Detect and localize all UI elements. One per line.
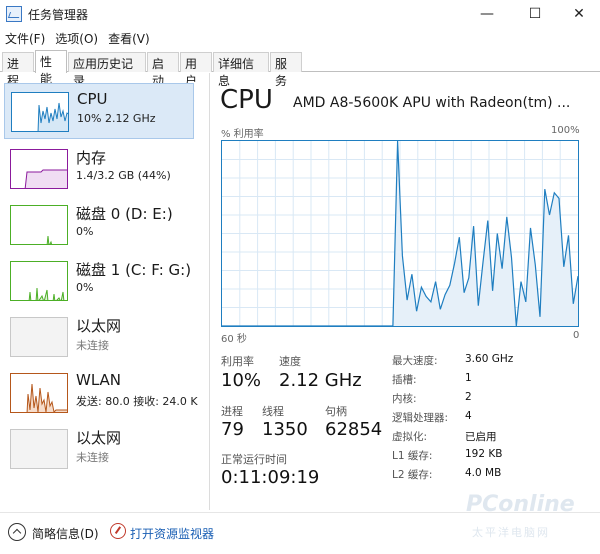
fewer-details-button[interactable]: 简略信息(D)	[32, 525, 99, 542]
spec-value: 已启用	[465, 431, 497, 443]
uptime-label: 正常运行时间	[221, 453, 287, 466]
tab-services[interactable]: 服务	[270, 52, 302, 88]
menu-bar: 文件(F) 选项(O) 查看(V)	[0, 28, 600, 48]
cpu-usage-graph-svg	[222, 141, 578, 326]
menu-file[interactable]: 文件(F)	[0, 28, 50, 48]
menu-view[interactable]: 查看(V)	[103, 28, 155, 48]
resource-monitor-icon[interactable]	[110, 523, 126, 539]
resource-ethernet-1[interactable]: 以太网 未连接	[4, 309, 194, 365]
cpu-usage-graph	[221, 140, 579, 327]
graph-y-label: % 利用率	[221, 129, 264, 140]
watermark-text: PConline	[466, 492, 575, 517]
spec-label: 插槽:	[392, 374, 417, 386]
handles-value: 62854	[325, 419, 383, 440]
graph-y-max: 100%	[551, 125, 580, 136]
spec-value: 4	[465, 410, 472, 422]
resource-detail: 10% 2.12 GHz	[77, 112, 156, 125]
resource-detail: 发送: 80.0 接收: 24.0 K	[76, 395, 198, 408]
tab-users[interactable]: 用户	[180, 52, 212, 88]
resource-disk-0[interactable]: 磁盘 0 (D: E:) 0%	[4, 197, 194, 253]
uptime-value: 0:11:09:19	[221, 467, 320, 488]
spec-label: 逻辑处理器:	[392, 412, 449, 424]
resource-name: 内存	[76, 149, 107, 167]
speed-value: 2.12 GHz	[279, 370, 362, 391]
resource-name: 磁盘 1 (C: F: G:)	[76, 261, 192, 279]
spec-value: 1	[465, 372, 472, 384]
menu-options[interactable]: 选项(O)	[50, 28, 103, 48]
cpu-detail-pane: CPU AMD A8-5600K APU with Radeon(tm) ...…	[211, 73, 600, 510]
spec-value: 192 KB	[465, 448, 503, 460]
speed-label: 速度	[279, 355, 301, 368]
ethernet-2-thumbnail	[10, 429, 68, 469]
resource-name: 以太网	[76, 317, 122, 335]
spec-value: 4.0 MB	[465, 467, 502, 479]
memory-thumbnail	[10, 149, 68, 189]
close-button[interactable]: ✕	[556, 0, 600, 28]
maximize-button[interactable]: ☐	[512, 0, 558, 28]
tab-performance[interactable]: 性能	[35, 50, 67, 86]
cpu-thumbnail	[11, 92, 69, 132]
resource-name: WLAN	[76, 371, 122, 389]
tab-bar: 进程 性能 应用历史记录 启动 用户 详细信息 服务	[0, 50, 600, 88]
wlan-thumbnail	[10, 373, 68, 413]
resource-name: 以太网	[76, 429, 122, 447]
resource-detail: 1.4/3.2 GB (44%)	[76, 169, 171, 182]
tab-details[interactable]: 详细信息	[213, 52, 269, 88]
resource-detail: 未连接	[76, 451, 109, 464]
cpu-model-name: AMD A8-5600K APU with Radeon(tm) ...	[293, 95, 571, 111]
tab-processes[interactable]: 进程	[2, 52, 34, 88]
chevron-up-icon[interactable]	[8, 523, 26, 541]
resource-detail: 0%	[76, 281, 94, 294]
resource-wlan[interactable]: WLAN 发送: 80.0 接收: 24.0 K	[4, 365, 198, 421]
processes-label: 进程	[221, 405, 243, 418]
ethernet-1-thumbnail	[10, 317, 68, 357]
tab-startup[interactable]: 启动	[147, 52, 179, 88]
watermark-logo: PConline 太平洋电脑网	[466, 492, 596, 550]
resource-ethernet-2[interactable]: 以太网 未连接	[4, 421, 194, 477]
open-resource-monitor-link[interactable]: 打开资源监视器	[130, 525, 214, 542]
utilization-value: 10%	[221, 370, 262, 391]
resource-list: CPU 10% 2.12 GHz 内存 1.4/3.2 GB (44%) 磁盘 …	[0, 73, 210, 510]
disk-0-thumbnail	[10, 205, 68, 245]
resource-name: CPU	[77, 90, 108, 108]
resource-memory[interactable]: 内存 1.4/3.2 GB (44%)	[4, 141, 194, 197]
title-bar: 任务管理器 — ☐ ✕	[0, 0, 600, 28]
resource-disk-1[interactable]: 磁盘 1 (C: F: G:) 0%	[4, 253, 194, 309]
resource-name: 磁盘 0 (D: E:)	[76, 205, 173, 223]
resource-cpu[interactable]: CPU 10% 2.12 GHz	[4, 83, 194, 139]
handles-label: 句柄	[325, 405, 347, 418]
processes-value: 79	[221, 419, 244, 440]
threads-value: 1350	[262, 419, 308, 440]
spec-label: 虚拟化:	[392, 431, 428, 443]
threads-label: 线程	[262, 405, 284, 418]
window-title: 任务管理器	[28, 8, 89, 22]
spec-label: L2 缓存:	[392, 469, 433, 481]
minimize-button[interactable]: —	[464, 0, 510, 28]
cpu-heading: CPU	[220, 85, 273, 115]
spec-label: L1 缓存:	[392, 450, 433, 462]
spec-label: 内核:	[392, 393, 417, 405]
task-manager-icon	[6, 6, 22, 22]
graph-x-right: 0	[573, 330, 580, 341]
disk-1-thumbnail	[10, 261, 68, 301]
tab-app-history[interactable]: 应用历史记录	[68, 52, 146, 88]
resource-detail: 未连接	[76, 339, 109, 352]
resource-detail: 0%	[76, 225, 94, 238]
spec-label: 最大速度:	[392, 355, 438, 367]
spec-value: 3.60 GHz	[465, 353, 514, 365]
graph-x-left: 60 秒	[221, 334, 247, 345]
watermark-subtext: 太平洋电脑网	[472, 526, 550, 539]
utilization-label: 利用率	[221, 355, 254, 368]
spec-value: 2	[465, 391, 472, 403]
